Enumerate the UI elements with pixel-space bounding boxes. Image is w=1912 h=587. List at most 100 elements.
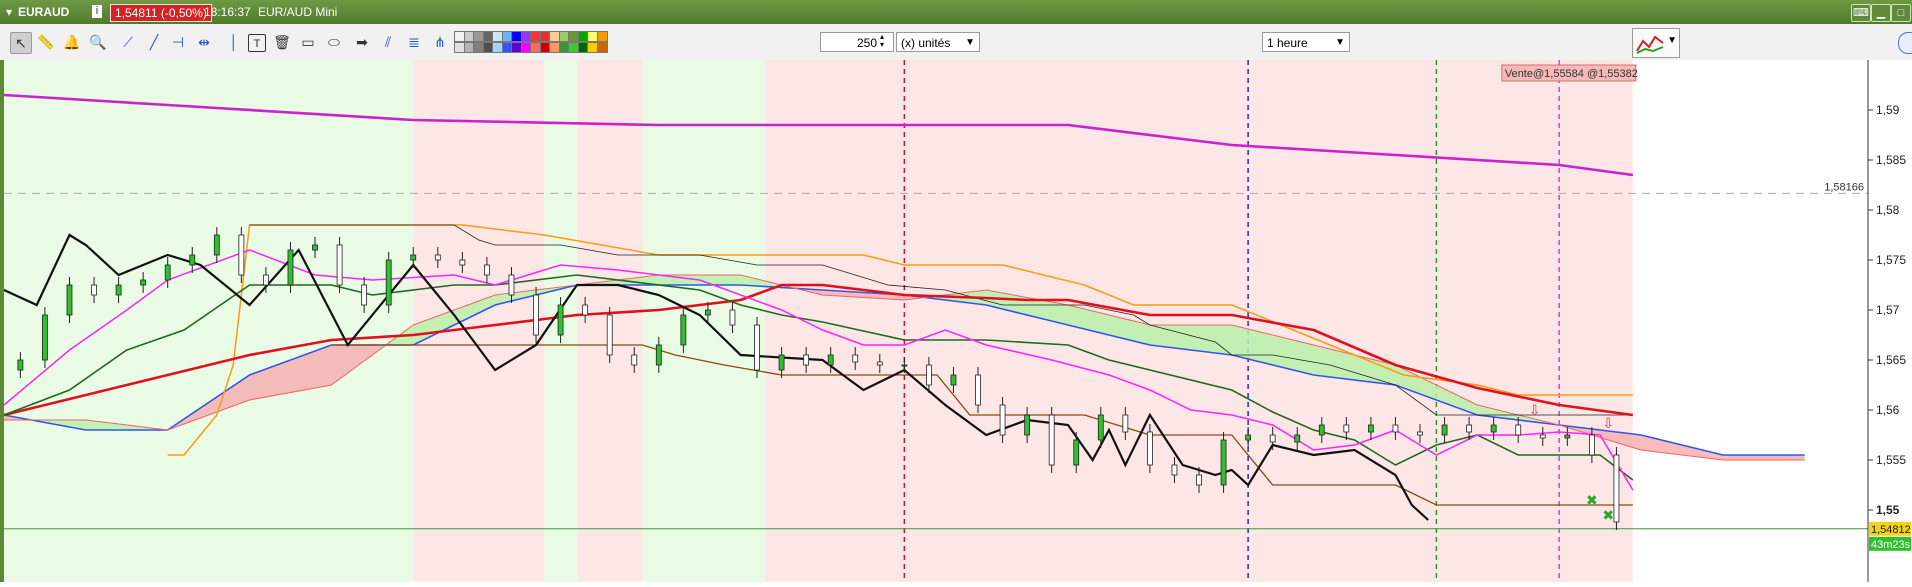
candle bbox=[1024, 414, 1031, 436]
candle bbox=[213, 234, 220, 256]
candle bbox=[115, 284, 122, 296]
color-palette[interactable] bbox=[454, 31, 608, 53]
candle bbox=[238, 234, 245, 276]
candle bbox=[459, 259, 466, 266]
globe-icon[interactable] bbox=[1898, 32, 1912, 54]
trash-icon[interactable]: 🗑 bbox=[272, 32, 292, 52]
chevron-down-icon: ▼ bbox=[965, 37, 975, 48]
close-trade-icon: ✖ bbox=[1602, 507, 1614, 523]
candle bbox=[1294, 434, 1301, 443]
reference-line-label: 1,58166 bbox=[1824, 181, 1864, 193]
horizontal-line-icon[interactable]: ⊣ bbox=[168, 32, 188, 52]
candle bbox=[1073, 439, 1080, 466]
price-chart[interactable]: 1,58166 ⇩ ⇩ ✖ ✖ Vente@1,55584 @1,55382 1,55 1,5… bbox=[0, 60, 1912, 582]
candle bbox=[312, 244, 318, 251]
alarm-icon[interactable]: 🔔 bbox=[62, 32, 82, 52]
candle bbox=[1318, 424, 1325, 436]
color-swatch[interactable] bbox=[596, 31, 608, 42]
chevron-down-icon[interactable]: ▾ bbox=[6, 5, 12, 19]
candle bbox=[606, 314, 613, 356]
y-tick-label: 1,59 bbox=[1876, 103, 1900, 117]
candle bbox=[729, 309, 736, 326]
candle bbox=[1367, 424, 1374, 433]
sell-arrow-icon: ⇩ bbox=[1529, 402, 1541, 418]
close-trade-icon: ✖ bbox=[1586, 492, 1598, 508]
pitchfork-icon[interactable]: ⋔ bbox=[430, 32, 450, 52]
stepper-arrows-icon[interactable]: ▴ ▾ bbox=[880, 33, 884, 49]
vertical-line-icon[interactable]: │ bbox=[224, 32, 244, 52]
candle bbox=[631, 354, 638, 366]
price-change-badge: 1,54811 (-0,50%) bbox=[110, 4, 212, 22]
segment-icon[interactable]: ⇹ bbox=[194, 32, 214, 52]
minimize-icon[interactable]: ▁ bbox=[1871, 4, 1891, 22]
y-tick-label: 1,565 bbox=[1876, 353, 1906, 367]
candle bbox=[361, 284, 368, 306]
chart-canvas[interactable]: 1,58166 ⇩ ⇩ ✖✖ Vente@1,55584 @1,55382 1,55 1,5… bbox=[0, 60, 1912, 582]
line-icon[interactable]: ╱ bbox=[144, 32, 164, 52]
trendline-icon[interactable]: ⟋ bbox=[118, 32, 138, 52]
sell-arrow-icon: ⇩ bbox=[1602, 415, 1614, 431]
units-value: 250 bbox=[856, 36, 877, 50]
candle bbox=[1196, 474, 1202, 486]
candle bbox=[1539, 434, 1546, 439]
candle bbox=[1048, 414, 1055, 466]
text-icon[interactable]: T bbox=[248, 34, 266, 52]
candle bbox=[1122, 414, 1129, 433]
channel-icon[interactable]: ⫽ bbox=[378, 32, 398, 52]
background-zone bbox=[642, 60, 766, 582]
window-titlebar: ▾ EURAUD i 1,54811 (-0,50%) 18:16:37 EUR… bbox=[0, 0, 1912, 24]
candle bbox=[410, 254, 417, 261]
symbol-label: EURAUD bbox=[18, 5, 70, 19]
indicators-chart-icon bbox=[1636, 35, 1664, 54]
clock-time: 18:16:37 bbox=[204, 5, 251, 19]
fibonacci-icon[interactable]: ≣ bbox=[404, 32, 424, 52]
y-tick-label: 1,58 bbox=[1876, 203, 1900, 217]
candle bbox=[287, 249, 294, 286]
timeframe-select[interactable]: 1 heure ▼ bbox=[1262, 32, 1350, 52]
maximize-icon[interactable]: □ bbox=[1891, 4, 1911, 22]
candle bbox=[1441, 424, 1448, 436]
candle bbox=[42, 314, 48, 361]
chart-toolbar: ↖ 📏 🔔 🔍 ⟋ ╱ ⊣ ⇹ │ T 🗑 ▭ ⬭ ➡ ⫽ ≣ ⋔ 250 ▴ ▾… bbox=[0, 24, 1912, 61]
y-tick-label: 1,585 bbox=[1876, 153, 1906, 167]
candle bbox=[705, 309, 711, 316]
candle bbox=[1220, 439, 1227, 486]
arrow-icon[interactable]: ➡ bbox=[352, 32, 372, 52]
candle bbox=[66, 284, 73, 316]
keyboard-icon[interactable]: ⌨ bbox=[1851, 4, 1871, 22]
pointer-icon[interactable]: ↖ bbox=[10, 32, 32, 54]
timeframe-label: 1 heure bbox=[1267, 36, 1308, 50]
candle bbox=[164, 264, 171, 281]
last-price-label: 1,54812 bbox=[1871, 524, 1911, 536]
ellipse-icon[interactable]: ⬭ bbox=[324, 32, 344, 52]
instrument-name: EUR/AUD Mini bbox=[258, 5, 338, 19]
color-swatch[interactable] bbox=[596, 42, 608, 53]
units-label: (x) unités bbox=[901, 36, 951, 50]
candle bbox=[1343, 424, 1350, 433]
candle bbox=[1515, 424, 1522, 436]
ruler-icon[interactable]: 📏 bbox=[36, 32, 56, 52]
y-tick-label: 1,57 bbox=[1876, 303, 1900, 317]
candle bbox=[1564, 434, 1571, 439]
candle bbox=[1613, 454, 1620, 523]
candle bbox=[1490, 424, 1497, 433]
zoom-icon[interactable]: 🔍 bbox=[88, 32, 108, 52]
candle bbox=[533, 294, 539, 336]
rectangle-icon[interactable]: ▭ bbox=[298, 32, 318, 52]
info-icon[interactable]: i bbox=[92, 5, 102, 18]
candle bbox=[827, 354, 834, 366]
candle bbox=[1466, 424, 1473, 433]
candle bbox=[950, 374, 957, 386]
candle bbox=[582, 304, 589, 316]
candle bbox=[975, 374, 981, 406]
candle bbox=[852, 354, 859, 363]
y-tick-label: 1,56 bbox=[1876, 403, 1900, 417]
candle bbox=[189, 254, 196, 266]
y-tick-label: 1,55 bbox=[1876, 503, 1900, 517]
units-select[interactable]: (x) unités ▼ bbox=[896, 32, 980, 52]
candle bbox=[1417, 431, 1423, 436]
countdown-label: 43m23s bbox=[1871, 539, 1911, 551]
indicators-button[interactable]: ▼ bbox=[1632, 28, 1680, 58]
chevron-down-icon: ▼ bbox=[1335, 37, 1345, 48]
candle bbox=[1269, 434, 1276, 443]
